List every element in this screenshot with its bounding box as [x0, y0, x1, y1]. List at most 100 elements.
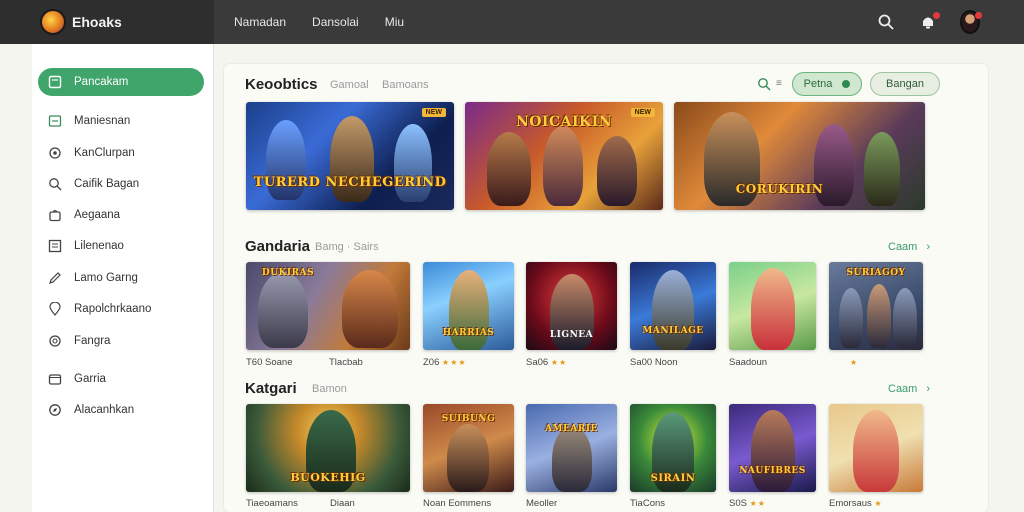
sidebar-item-6[interactable]: Lilenenao	[38, 232, 204, 260]
card-art	[246, 102, 454, 210]
game-card[interactable]: SURIAGOY	[829, 262, 923, 350]
game-card[interactable]: SUIBUNG	[423, 404, 514, 492]
card-badge: NEW	[421, 108, 446, 117]
square-icon	[48, 75, 62, 89]
sidebar-item-5[interactable]: Aegaana	[38, 201, 204, 229]
bag-icon	[49, 209, 61, 222]
sidebar-item-7[interactable]: Lamo Garng	[38, 264, 204, 292]
brand[interactable]: Ehoaks	[0, 0, 214, 44]
notification-bell-icon[interactable]	[918, 12, 940, 32]
card-art	[729, 404, 816, 492]
sort-icon[interactable]: ≡	[776, 78, 782, 89]
rating-stars: ★	[874, 499, 883, 508]
nav-item-2[interactable]: Dansolai	[312, 15, 359, 29]
card-caption: Meoller	[526, 498, 557, 509]
caption-text: Emorsaus	[829, 498, 872, 509]
sidebar-item-label: Caifik Bagan	[74, 178, 140, 190]
top-nav: Namadan Dansolai Miu	[234, 0, 404, 44]
sidebar-item-3[interactable]: KanClurpan	[38, 139, 204, 167]
avatar-badge	[975, 12, 982, 19]
action-chip[interactable]: Bangan	[870, 72, 940, 96]
caption-text: Z06	[423, 357, 440, 368]
card-title: SUIBUNG	[441, 414, 496, 424]
rating-stars: ★	[850, 358, 859, 367]
nav-item-1[interactable]: Namadan	[234, 15, 286, 29]
card-title: SURIAGOY	[846, 268, 906, 278]
game-card[interactable]: HARRIAS	[423, 262, 514, 350]
nav-item-3[interactable]: Miu	[385, 15, 404, 29]
list-icon	[48, 239, 62, 253]
card-title: BUOKEHIG	[290, 471, 366, 484]
card-caption: TiaCons	[630, 498, 665, 509]
section-two-title: Gandaria	[245, 238, 311, 255]
caption-text: Sa00 Noon	[630, 357, 678, 368]
filter-chip[interactable]: Petna	[792, 72, 862, 96]
section-three-see-all[interactable]: Caam ›	[888, 383, 930, 395]
game-card[interactable]: BUOKEHIG	[246, 404, 410, 492]
sidebar: Pancakam Maniesnan KanClurpan Caifik Bag…	[32, 44, 214, 512]
card-title: TURERD NECHEGERIND	[253, 175, 447, 190]
card-caption: Z06 ★★★	[423, 357, 467, 368]
card-art	[829, 404, 923, 492]
game-card[interactable]	[829, 404, 923, 492]
card-caption: T60 Soane	[246, 357, 292, 368]
caption-text: Tiaeoamans	[246, 498, 298, 509]
card-title: NAUFIBRES	[739, 466, 806, 476]
folder-icon	[48, 374, 62, 385]
see-all-label: Caam	[888, 241, 918, 253]
sidebar-item-label: Rapolchrkaano	[74, 303, 152, 315]
filter-search-icon[interactable]	[757, 77, 771, 96]
sidebar-item-label: KanClurpan	[74, 147, 135, 159]
caption-text: S0S	[729, 498, 747, 509]
card-caption: S0S ★★	[729, 498, 766, 509]
sidebar-item-label: Lilenenao	[74, 240, 124, 252]
action-chip-label: Bangan	[886, 78, 924, 90]
featured-card-1[interactable]: NEW TURERD NECHEGERIND	[246, 102, 454, 210]
featured-tab-2[interactable]: Bamoans	[382, 79, 428, 91]
card-caption: Saadoun	[729, 357, 767, 368]
sidebar-item-1[interactable]: Pancakam	[38, 68, 204, 96]
game-card[interactable]: MANILAGE	[630, 262, 716, 350]
card-caption: ★	[850, 357, 858, 368]
card-title: NOICAIKIN	[515, 114, 613, 130]
settings-icon	[49, 335, 61, 347]
game-card[interactable]: AMEARIE	[526, 404, 617, 492]
caption-text: Saadoun	[729, 357, 768, 368]
sidebar-item-label: Maniesnan	[74, 115, 131, 127]
gear-icon	[49, 147, 61, 159]
featured-card-3[interactable]: CORUKIRIN	[674, 102, 925, 210]
card-title: CORUKIRIN	[735, 182, 824, 196]
app-logo	[40, 9, 66, 35]
card-art	[526, 404, 617, 492]
sidebar-item-4[interactable]: Caifik Bagan	[38, 170, 204, 198]
rating-stars: ★★	[550, 358, 568, 367]
section-two-see-all[interactable]: Caam ›	[888, 241, 930, 253]
game-card[interactable]: SIRAIN	[630, 404, 716, 492]
sidebar-item-9[interactable]: Fangra	[38, 327, 204, 355]
rating-stars: ★★★	[442, 358, 467, 367]
sidebar-item-11[interactable]: Alacanhkan	[38, 396, 204, 424]
sidebar-item-8[interactable]: Rapolchrkaano	[38, 295, 204, 323]
card-title: MANILAGE	[642, 326, 704, 336]
image-icon	[48, 115, 62, 127]
card-art	[630, 262, 716, 350]
section-three-sub: Bamon	[312, 383, 347, 395]
card-title: HARRIAS	[442, 328, 495, 338]
toggle-knob	[842, 80, 851, 88]
game-card[interactable]	[729, 262, 816, 350]
card-caption: Sa06 ★★	[526, 357, 567, 368]
sidebar-item-2[interactable]: Maniesnan	[38, 107, 204, 135]
user-avatar[interactable]	[960, 10, 982, 34]
game-card[interactable]: LIGNEA	[526, 262, 617, 350]
featured-card-2[interactable]: NEW NOICAIKIN	[465, 102, 663, 210]
featured-tab-1[interactable]: Gamoal	[330, 79, 369, 91]
game-card[interactable]: DUKIRAS	[246, 262, 410, 350]
search-icon[interactable]	[876, 12, 896, 32]
card-caption-secondary: Diaan	[330, 498, 355, 509]
card-title: DUKIRAS	[261, 268, 315, 278]
game-card[interactable]: NAUFIBRES	[729, 404, 816, 492]
card-title: SIRAIN	[650, 473, 696, 484]
caption-text: Sa06	[526, 357, 549, 368]
sidebar-item-10[interactable]: Garria	[38, 365, 204, 393]
top-icons	[876, 0, 982, 44]
